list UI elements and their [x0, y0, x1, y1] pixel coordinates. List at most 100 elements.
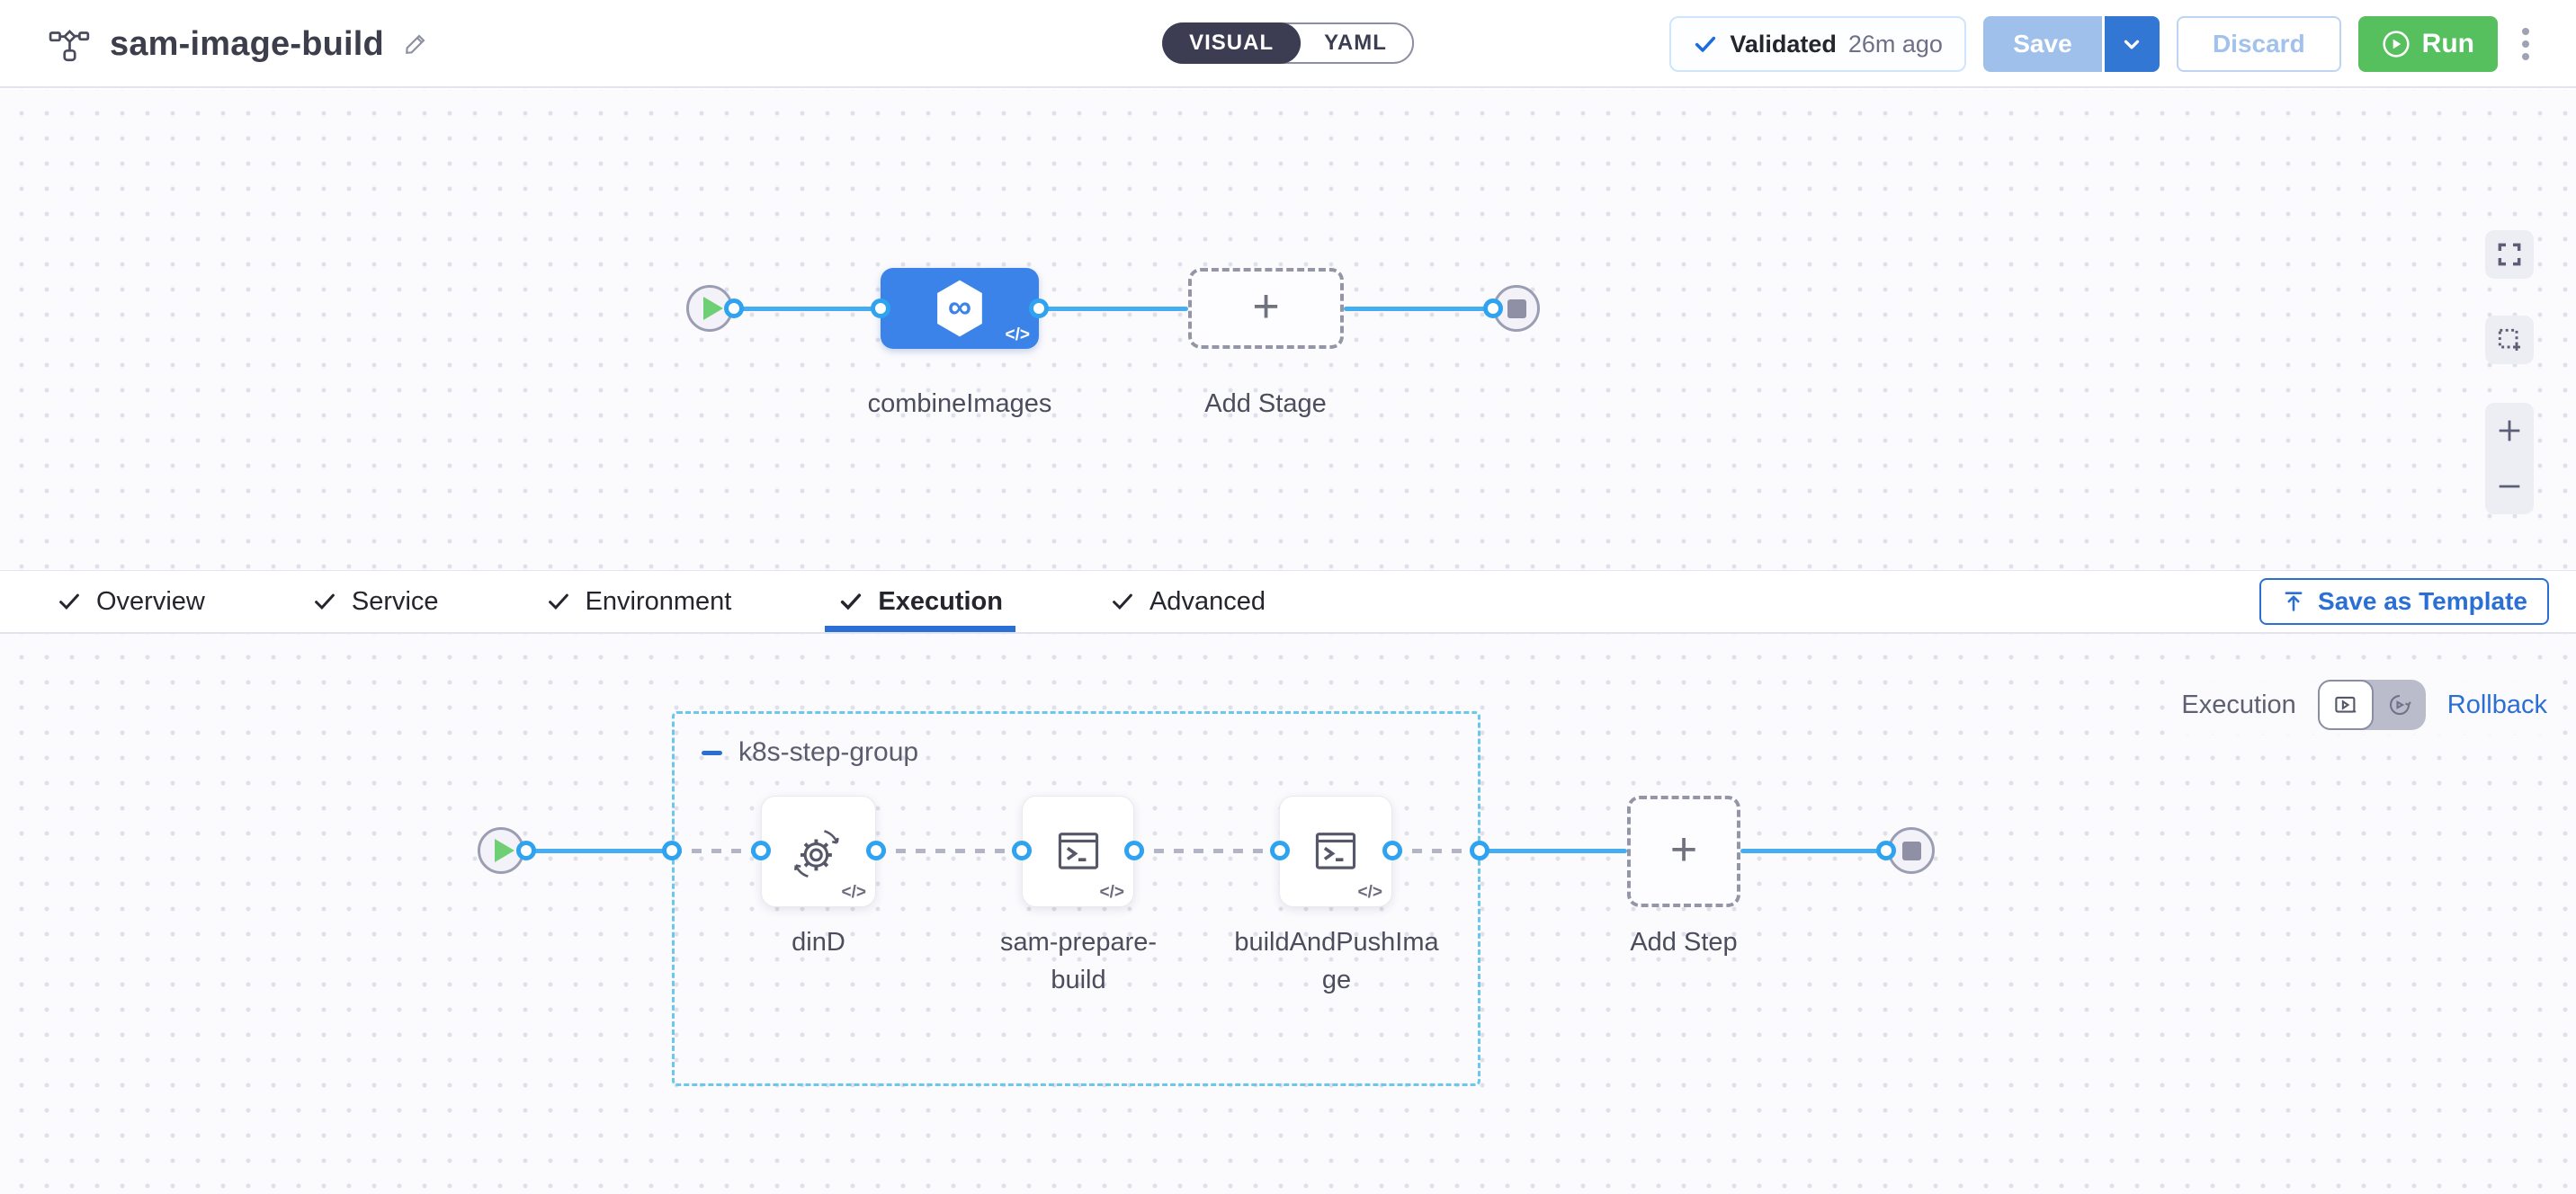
pipeline-title: sam-image-build — [110, 25, 384, 64]
step-group-name: k8s-step-group — [738, 737, 918, 768]
fullscreen-icon — [2495, 240, 2524, 269]
execution-mode-segment[interactable] — [2318, 680, 2374, 730]
validated-badge[interactable]: Validated 26m ago — [1669, 16, 1966, 72]
discard-button[interactable]: Discard — [2177, 16, 2341, 72]
code-badge: </> — [1100, 883, 1124, 903]
save-button[interactable]: Save — [1983, 16, 2102, 72]
stage-node-combineimages[interactable]: ∞ </> — [881, 268, 1039, 349]
run-script-icon — [1051, 825, 1106, 878]
step-label: buildAndPushImage — [1233, 923, 1440, 999]
step-edge-dashed-line — [672, 849, 761, 853]
step-edge-line — [1480, 849, 1627, 853]
zoom-controls — [2485, 403, 2534, 514]
code-badge: </> — [1006, 325, 1030, 345]
upload-icon — [2281, 589, 2306, 614]
check-icon — [1693, 31, 1718, 57]
tab-label: Environment — [586, 587, 732, 617]
validated-time: 26m ago — [1848, 31, 1943, 58]
execution-mode-label: Execution — [2181, 691, 2295, 720]
execution-rollback-switch[interactable] — [2318, 680, 2426, 730]
run-label: Run — [2422, 29, 2474, 59]
connector-dot — [1382, 841, 1402, 860]
rollback-link[interactable]: Rollback — [2447, 691, 2547, 720]
run-play-icon — [2382, 30, 2411, 58]
check-icon — [311, 588, 338, 615]
add-step-label: Add Step — [1580, 923, 1787, 961]
connector-dot — [1470, 841, 1489, 860]
tabs: Overview Service Environment Execution A… — [56, 571, 1266, 632]
start-play-icon — [703, 297, 723, 320]
step-edge-dashed-line — [1392, 849, 1480, 853]
pipeline-studio: sam-image-build VISUAL YAML Validated 26… — [0, 0, 2576, 1194]
step-node-dind[interactable]: </> — [761, 796, 876, 907]
step-label: sam-prepare-build — [975, 923, 1182, 999]
collapse-step-group-icon[interactable] — [702, 751, 722, 755]
pipeline-icon — [49, 25, 92, 63]
step-node-buildandpushimage[interactable]: </> — [1279, 796, 1392, 907]
more-options-kebab-icon[interactable] — [2515, 22, 2536, 66]
rollback-icon — [2386, 691, 2413, 718]
code-badge: </> — [1358, 883, 1382, 903]
stage-edge-line — [1039, 307, 1188, 311]
docker-dind-icon — [791, 824, 846, 879]
zoom-out-icon[interactable] — [2494, 471, 2525, 502]
stop-square-icon — [1507, 299, 1526, 318]
edit-pencil-icon[interactable] — [402, 31, 429, 58]
connector-dot — [662, 841, 682, 860]
validated-label: Validated — [1730, 31, 1837, 58]
tab-label: Service — [352, 587, 439, 617]
step-node-sam-prepare-build[interactable]: </> — [1022, 796, 1134, 907]
check-icon — [56, 588, 83, 615]
connector-dot — [1876, 841, 1896, 860]
add-step-node[interactable]: + — [1627, 796, 1740, 907]
chevron-down-icon — [2120, 32, 2143, 56]
code-badge: </> — [842, 883, 866, 903]
execution-canvas[interactable]: Execution Rollback — [0, 634, 2576, 1194]
connector-dot — [1124, 841, 1144, 860]
add-stage-node[interactable]: + — [1188, 268, 1344, 349]
run-button[interactable]: Run — [2358, 16, 2498, 72]
multi-select-button[interactable] — [2485, 316, 2534, 364]
step-edge-dashed-line — [1134, 849, 1280, 853]
stop-square-icon — [1902, 842, 1921, 860]
fullscreen-button[interactable] — [2485, 230, 2534, 279]
tab-execution[interactable]: Execution — [837, 571, 1003, 632]
stage-edge-line — [734, 307, 881, 311]
infinity-glyph: ∞ — [948, 288, 971, 325]
pipeline-brand: sam-image-build — [49, 0, 429, 88]
marquee-select-icon — [2495, 325, 2524, 354]
connector-dot — [871, 298, 890, 318]
tab-environment[interactable]: Environment — [545, 571, 732, 632]
connector-dot — [1270, 841, 1290, 860]
toggle-visual[interactable]: VISUAL — [1162, 22, 1301, 64]
connector-dot — [1029, 298, 1049, 318]
stage-label: combineImages — [825, 385, 1095, 423]
toggle-yaml[interactable]: YAML — [1297, 22, 1414, 64]
visual-yaml-toggle: VISUAL YAML — [1162, 22, 1414, 64]
add-stage-label: Add Stage — [1131, 385, 1400, 423]
stage-canvas[interactable]: ∞ </> + combineImages Add Stage — [0, 90, 2576, 570]
rollback-mode-segment[interactable] — [2374, 680, 2426, 730]
stage-tab-bar: Overview Service Environment Execution A… — [0, 570, 2576, 634]
tab-advanced[interactable]: Advanced — [1109, 571, 1266, 632]
step-edge-line — [526, 849, 672, 853]
connector-dot — [751, 841, 771, 860]
save-split-button: Save — [1983, 16, 2160, 72]
save-as-template-label: Save as Template — [2318, 587, 2527, 616]
tab-overview[interactable]: Overview — [56, 571, 205, 632]
step-label: dinD — [715, 923, 922, 961]
connector-dot — [866, 841, 886, 860]
execution-rollback-toggle-row: Execution Rollback — [2176, 675, 2553, 735]
tab-service[interactable]: Service — [311, 571, 439, 632]
connector-dot — [1012, 841, 1032, 860]
stage-custom-icon: ∞ — [931, 278, 988, 339]
zoom-in-icon[interactable] — [2494, 415, 2525, 446]
start-play-icon — [495, 839, 514, 862]
save-as-template-button[interactable]: Save as Template — [2259, 578, 2549, 625]
check-icon — [1109, 588, 1136, 615]
save-dropdown-button[interactable] — [2102, 16, 2160, 72]
step-edge-line — [1740, 849, 1886, 853]
header: sam-image-build VISUAL YAML Validated 26… — [0, 0, 2576, 88]
stage-edge-line — [1344, 307, 1493, 311]
connector-dot — [1483, 298, 1503, 318]
